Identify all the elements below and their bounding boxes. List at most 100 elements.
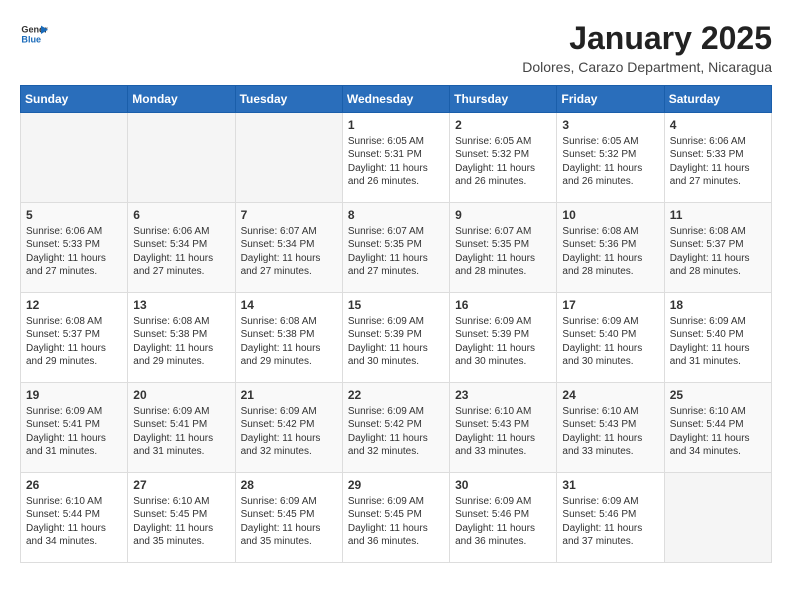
day-info: Sunrise: 6:06 AM Sunset: 5:34 PM Dayligh…	[133, 225, 229, 279]
day-number: 20	[133, 387, 229, 404]
day-info: Sunrise: 6:09 AM Sunset: 5:46 PM Dayligh…	[562, 495, 658, 549]
day-number: 21	[241, 387, 337, 404]
col-sunday: Sunday	[21, 86, 128, 113]
day-info: Sunrise: 6:07 AM Sunset: 5:34 PM Dayligh…	[241, 225, 337, 279]
day-number: 3	[562, 117, 658, 134]
table-row	[128, 113, 235, 203]
day-number: 11	[670, 207, 766, 224]
day-info: Sunrise: 6:09 AM Sunset: 5:45 PM Dayligh…	[241, 495, 337, 549]
table-row: 20Sunrise: 6:09 AM Sunset: 5:41 PM Dayli…	[128, 383, 235, 473]
day-info: Sunrise: 6:06 AM Sunset: 5:33 PM Dayligh…	[26, 225, 122, 279]
page-subtitle: Dolores, Carazo Department, Nicaragua	[522, 59, 772, 75]
table-row: 31Sunrise: 6:09 AM Sunset: 5:46 PM Dayli…	[557, 473, 664, 563]
table-row: 30Sunrise: 6:09 AM Sunset: 5:46 PM Dayli…	[450, 473, 557, 563]
calendar-table: Sunday Monday Tuesday Wednesday Thursday…	[20, 85, 772, 563]
table-row: 11Sunrise: 6:08 AM Sunset: 5:37 PM Dayli…	[664, 203, 771, 293]
day-number: 9	[455, 207, 551, 224]
table-row: 15Sunrise: 6:09 AM Sunset: 5:39 PM Dayli…	[342, 293, 449, 383]
day-info: Sunrise: 6:09 AM Sunset: 5:41 PM Dayligh…	[26, 405, 122, 459]
day-info: Sunrise: 6:09 AM Sunset: 5:40 PM Dayligh…	[562, 315, 658, 369]
day-info: Sunrise: 6:08 AM Sunset: 5:36 PM Dayligh…	[562, 225, 658, 279]
table-row: 14Sunrise: 6:08 AM Sunset: 5:38 PM Dayli…	[235, 293, 342, 383]
day-number: 6	[133, 207, 229, 224]
day-number: 4	[670, 117, 766, 134]
day-info: Sunrise: 6:08 AM Sunset: 5:37 PM Dayligh…	[670, 225, 766, 279]
table-row: 19Sunrise: 6:09 AM Sunset: 5:41 PM Dayli…	[21, 383, 128, 473]
day-info: Sunrise: 6:07 AM Sunset: 5:35 PM Dayligh…	[455, 225, 551, 279]
table-row: 12Sunrise: 6:08 AM Sunset: 5:37 PM Dayli…	[21, 293, 128, 383]
day-number: 5	[26, 207, 122, 224]
day-number: 23	[455, 387, 551, 404]
day-info: Sunrise: 6:06 AM Sunset: 5:33 PM Dayligh…	[670, 135, 766, 189]
day-info: Sunrise: 6:10 AM Sunset: 5:43 PM Dayligh…	[455, 405, 551, 459]
col-wednesday: Wednesday	[342, 86, 449, 113]
day-info: Sunrise: 6:10 AM Sunset: 5:43 PM Dayligh…	[562, 405, 658, 459]
day-info: Sunrise: 6:09 AM Sunset: 5:39 PM Dayligh…	[348, 315, 444, 369]
day-number: 15	[348, 297, 444, 314]
day-info: Sunrise: 6:09 AM Sunset: 5:42 PM Dayligh…	[348, 405, 444, 459]
day-info: Sunrise: 6:09 AM Sunset: 5:46 PM Dayligh…	[455, 495, 551, 549]
page-title: January 2025	[522, 20, 772, 57]
calendar-week-row: 19Sunrise: 6:09 AM Sunset: 5:41 PM Dayli…	[21, 383, 772, 473]
day-info: Sunrise: 6:09 AM Sunset: 5:40 PM Dayligh…	[670, 315, 766, 369]
table-row: 8Sunrise: 6:07 AM Sunset: 5:35 PM Daylig…	[342, 203, 449, 293]
day-info: Sunrise: 6:09 AM Sunset: 5:39 PM Dayligh…	[455, 315, 551, 369]
day-info: Sunrise: 6:08 AM Sunset: 5:38 PM Dayligh…	[133, 315, 229, 369]
day-info: Sunrise: 6:10 AM Sunset: 5:44 PM Dayligh…	[26, 495, 122, 549]
day-number: 14	[241, 297, 337, 314]
day-number: 12	[26, 297, 122, 314]
day-info: Sunrise: 6:08 AM Sunset: 5:38 PM Dayligh…	[241, 315, 337, 369]
day-number: 30	[455, 477, 551, 494]
table-row: 17Sunrise: 6:09 AM Sunset: 5:40 PM Dayli…	[557, 293, 664, 383]
table-row: 7Sunrise: 6:07 AM Sunset: 5:34 PM Daylig…	[235, 203, 342, 293]
day-info: Sunrise: 6:05 AM Sunset: 5:32 PM Dayligh…	[455, 135, 551, 189]
day-info: Sunrise: 6:07 AM Sunset: 5:35 PM Dayligh…	[348, 225, 444, 279]
day-number: 22	[348, 387, 444, 404]
table-row	[21, 113, 128, 203]
table-row: 18Sunrise: 6:09 AM Sunset: 5:40 PM Dayli…	[664, 293, 771, 383]
table-row: 3Sunrise: 6:05 AM Sunset: 5:32 PM Daylig…	[557, 113, 664, 203]
table-row	[664, 473, 771, 563]
day-info: Sunrise: 6:09 AM Sunset: 5:42 PM Dayligh…	[241, 405, 337, 459]
page-header: General Blue January 2025 Dolores, Caraz…	[20, 20, 772, 75]
day-number: 2	[455, 117, 551, 134]
col-tuesday: Tuesday	[235, 86, 342, 113]
table-row: 9Sunrise: 6:07 AM Sunset: 5:35 PM Daylig…	[450, 203, 557, 293]
table-row: 28Sunrise: 6:09 AM Sunset: 5:45 PM Dayli…	[235, 473, 342, 563]
day-number: 18	[670, 297, 766, 314]
logo: General Blue	[20, 20, 48, 48]
table-row: 29Sunrise: 6:09 AM Sunset: 5:45 PM Dayli…	[342, 473, 449, 563]
day-number: 19	[26, 387, 122, 404]
day-number: 27	[133, 477, 229, 494]
table-row: 10Sunrise: 6:08 AM Sunset: 5:36 PM Dayli…	[557, 203, 664, 293]
table-row: 26Sunrise: 6:10 AM Sunset: 5:44 PM Dayli…	[21, 473, 128, 563]
day-number: 10	[562, 207, 658, 224]
day-number: 31	[562, 477, 658, 494]
day-number: 1	[348, 117, 444, 134]
day-info: Sunrise: 6:08 AM Sunset: 5:37 PM Dayligh…	[26, 315, 122, 369]
day-info: Sunrise: 6:09 AM Sunset: 5:45 PM Dayligh…	[348, 495, 444, 549]
day-number: 24	[562, 387, 658, 404]
day-number: 29	[348, 477, 444, 494]
table-row: 2Sunrise: 6:05 AM Sunset: 5:32 PM Daylig…	[450, 113, 557, 203]
calendar-week-row: 12Sunrise: 6:08 AM Sunset: 5:37 PM Dayli…	[21, 293, 772, 383]
col-friday: Friday	[557, 86, 664, 113]
table-row: 16Sunrise: 6:09 AM Sunset: 5:39 PM Dayli…	[450, 293, 557, 383]
svg-text:Blue: Blue	[21, 34, 41, 44]
day-info: Sunrise: 6:10 AM Sunset: 5:45 PM Dayligh…	[133, 495, 229, 549]
day-number: 13	[133, 297, 229, 314]
day-number: 8	[348, 207, 444, 224]
day-number: 25	[670, 387, 766, 404]
day-number: 26	[26, 477, 122, 494]
day-info: Sunrise: 6:05 AM Sunset: 5:31 PM Dayligh…	[348, 135, 444, 189]
table-row: 5Sunrise: 6:06 AM Sunset: 5:33 PM Daylig…	[21, 203, 128, 293]
table-row: 6Sunrise: 6:06 AM Sunset: 5:34 PM Daylig…	[128, 203, 235, 293]
table-row: 21Sunrise: 6:09 AM Sunset: 5:42 PM Dayli…	[235, 383, 342, 473]
day-info: Sunrise: 6:05 AM Sunset: 5:32 PM Dayligh…	[562, 135, 658, 189]
logo-icon: General Blue	[20, 20, 48, 48]
col-saturday: Saturday	[664, 86, 771, 113]
table-row	[235, 113, 342, 203]
day-info: Sunrise: 6:09 AM Sunset: 5:41 PM Dayligh…	[133, 405, 229, 459]
table-row: 24Sunrise: 6:10 AM Sunset: 5:43 PM Dayli…	[557, 383, 664, 473]
calendar-week-row: 5Sunrise: 6:06 AM Sunset: 5:33 PM Daylig…	[21, 203, 772, 293]
